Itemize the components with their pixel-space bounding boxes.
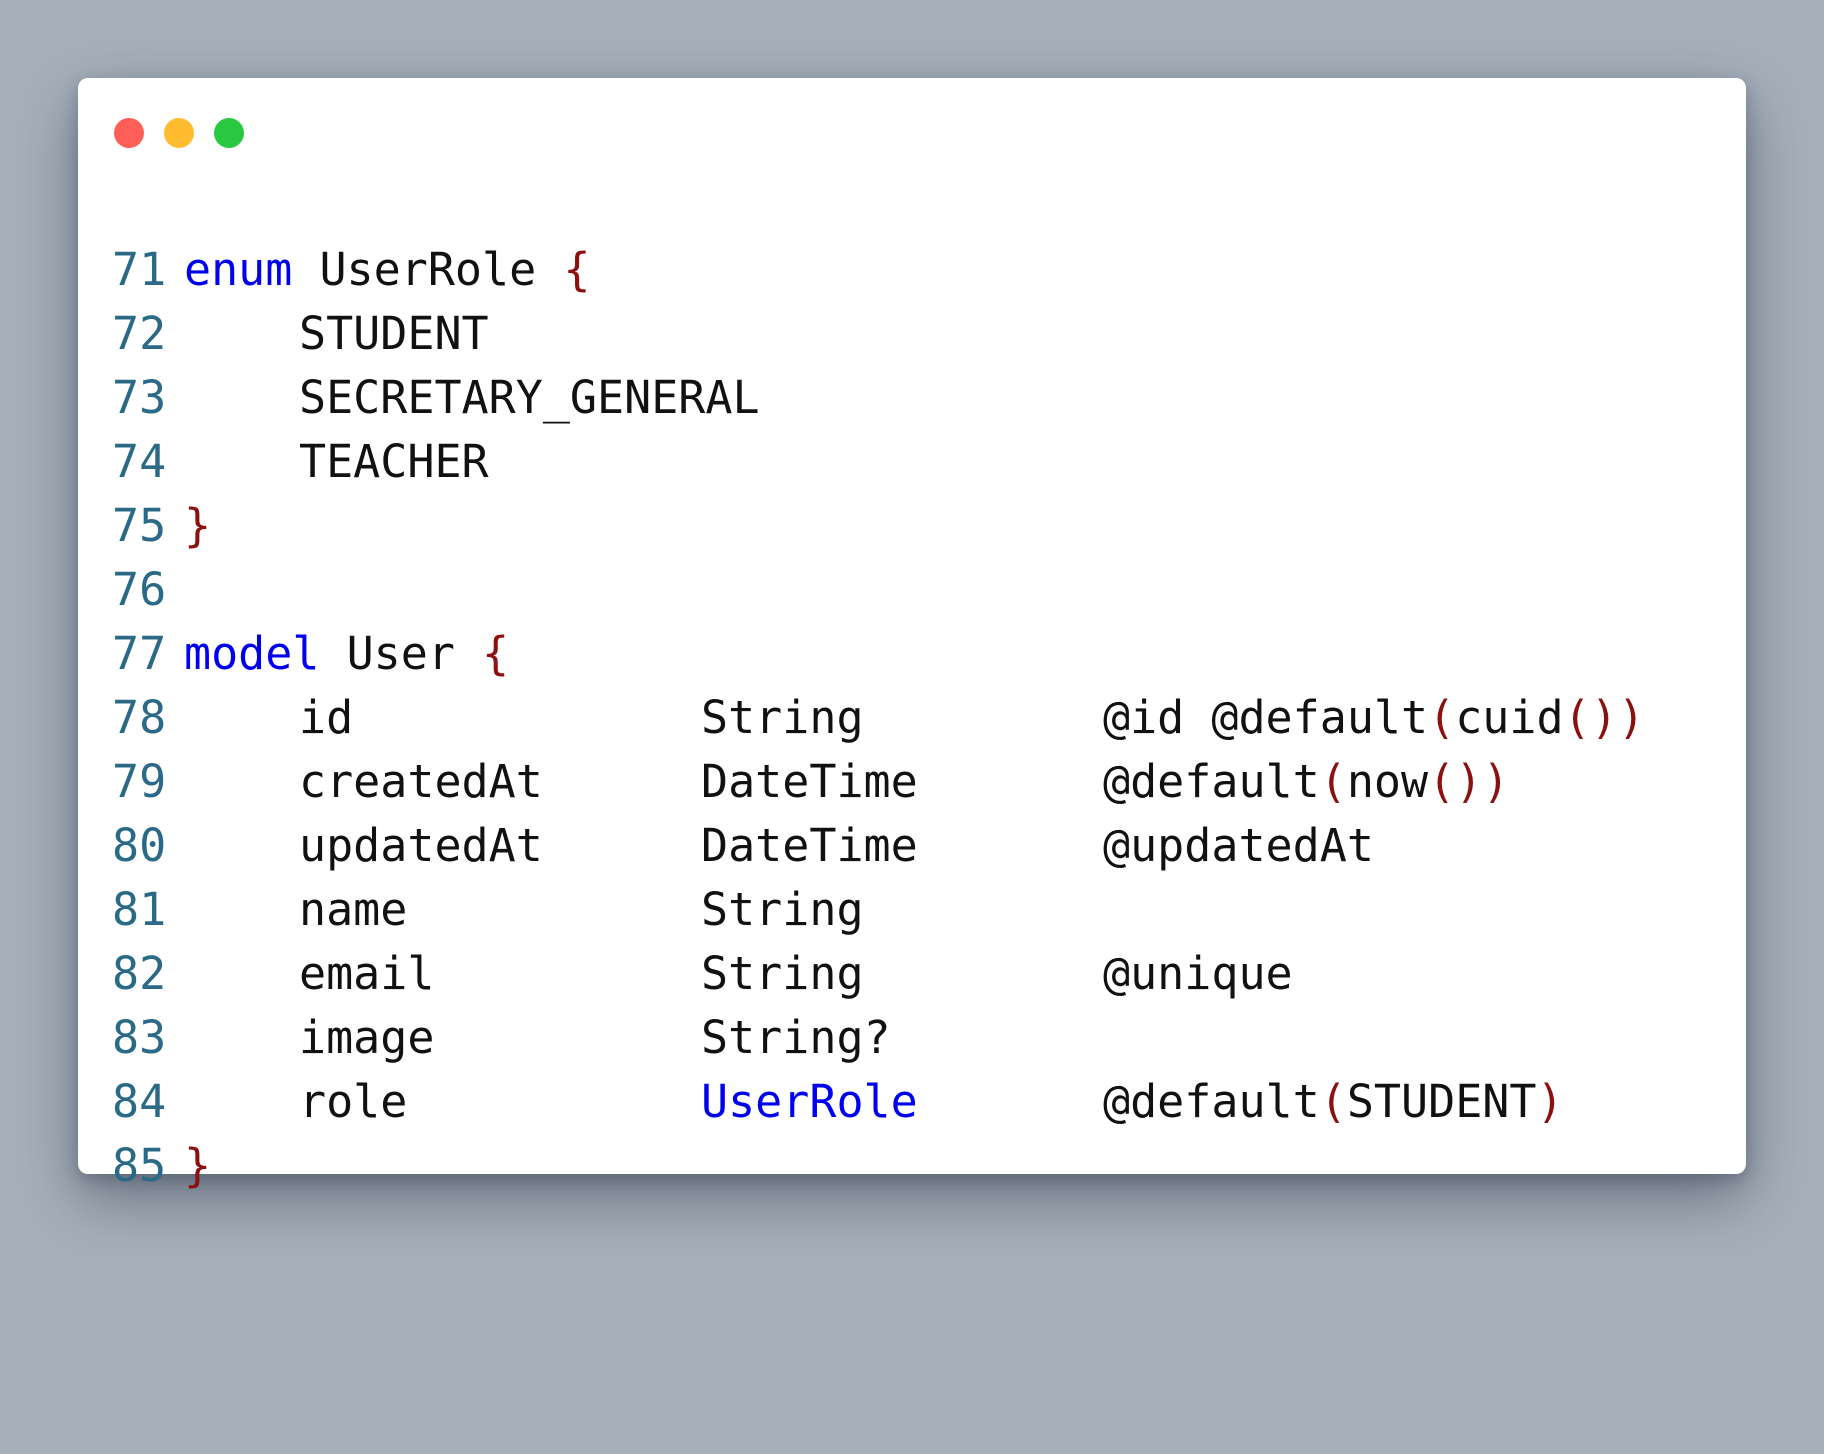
code-line: 79 createdAt DateTime @default(now()) [112, 750, 1509, 814]
enum-value: STUDENT [299, 307, 489, 360]
argument: now [1346, 755, 1429, 808]
field-type: UserRole [701, 1075, 918, 1128]
field-attribute: @updatedAt [1103, 819, 1374, 872]
code-line: 81 name String [112, 878, 864, 942]
line-number: 85 [112, 1139, 167, 1192]
code-line: 82 email String @unique [112, 942, 1293, 1006]
declaration-name: UserRole [319, 243, 537, 296]
argument: STUDENT [1346, 1075, 1537, 1128]
code-line: 76 [112, 558, 275, 622]
attribute: @default [1103, 755, 1320, 808]
code-line: 77 model User { [112, 622, 509, 686]
field-name: role [299, 1075, 408, 1128]
paren: ) [1617, 691, 1645, 744]
field-type: DateTime [701, 819, 918, 872]
paren: ) [1482, 755, 1510, 808]
line-number: 74 [112, 435, 167, 488]
close-brace: } [184, 1139, 212, 1192]
line-number: 72 [112, 307, 167, 360]
attribute: @default [1103, 1075, 1320, 1128]
declaration: model User { [184, 622, 509, 686]
field-name: updatedAt [299, 819, 543, 872]
field-name: createdAt [299, 755, 543, 808]
field-attribute: @default(now()) [1103, 750, 1509, 814]
field-type: String [701, 947, 864, 1000]
keyword: enum [184, 243, 293, 296]
line-number: 79 [112, 755, 167, 808]
code-line: 74 TEACHER [112, 430, 489, 494]
code-line: 71 enum UserRole { [112, 238, 590, 302]
field-name: name [299, 883, 408, 936]
close-dot-icon[interactable] [114, 118, 144, 148]
close-brace: } [184, 499, 212, 552]
field-name: email [299, 947, 435, 1000]
field-type: String [701, 691, 864, 744]
enum-value: SECRETARY_GENERAL [299, 371, 760, 424]
paren: ( [1428, 691, 1456, 744]
code-window: 71 enum UserRole { 72 STUDENT 73 SECRETA… [78, 78, 1746, 1192]
paren: () [1428, 755, 1483, 808]
field-attribute: @id @default(cuid()) [1103, 686, 1645, 750]
code-block: 71 enum UserRole { 72 STUDENT 73 SECRETA… [112, 238, 1645, 1198]
line-number: 80 [112, 819, 167, 872]
code-line: 80 updatedAt DateTime @updatedAt [112, 814, 1374, 878]
code-line: 78 id String @id @default(cuid()) [112, 686, 1645, 750]
enum-value: TEACHER [299, 435, 489, 488]
field-attribute: @unique [1103, 947, 1293, 1000]
field-type: String? [701, 1011, 891, 1064]
declaration-name: User [346, 627, 455, 680]
field-attribute: @default(STUDENT) [1103, 1070, 1564, 1134]
maximize-dot-icon[interactable] [214, 118, 244, 148]
paren: ( [1319, 1075, 1347, 1128]
field-name: image [299, 1011, 435, 1064]
declaration: enum UserRole { [184, 238, 590, 302]
code-line: 85 } [112, 1134, 275, 1198]
attribute: @id @default [1103, 691, 1429, 744]
code-line: 84 role UserRole @default(STUDENT) [112, 1070, 1564, 1134]
keyword: model [184, 627, 320, 680]
line-number: 75 [112, 499, 167, 552]
code-line: 72 STUDENT [112, 302, 489, 366]
argument: cuid [1455, 691, 1564, 744]
line-number: 78 [112, 691, 167, 744]
code-line: 73 SECRETARY_GENERAL [112, 366, 760, 430]
line-number: 84 [112, 1075, 167, 1128]
paren: () [1563, 691, 1618, 744]
field-type: DateTime [701, 755, 918, 808]
paren: ) [1536, 1075, 1564, 1128]
line-number: 77 [112, 627, 167, 680]
field-name: id [299, 691, 354, 744]
open-brace: { [563, 243, 591, 296]
paren: ( [1319, 755, 1347, 808]
code-line: 83 image String? [112, 1006, 891, 1070]
line-number: 73 [112, 371, 167, 424]
field-type: String [701, 883, 864, 936]
open-brace: { [482, 627, 510, 680]
minimize-dot-icon[interactable] [164, 118, 194, 148]
code-line: 75 } [112, 494, 275, 558]
line-number: 71 [112, 243, 167, 296]
line-number: 82 [112, 947, 167, 1000]
line-number: 76 [112, 563, 167, 616]
line-number: 83 [112, 1011, 167, 1064]
line-number: 81 [112, 883, 167, 936]
